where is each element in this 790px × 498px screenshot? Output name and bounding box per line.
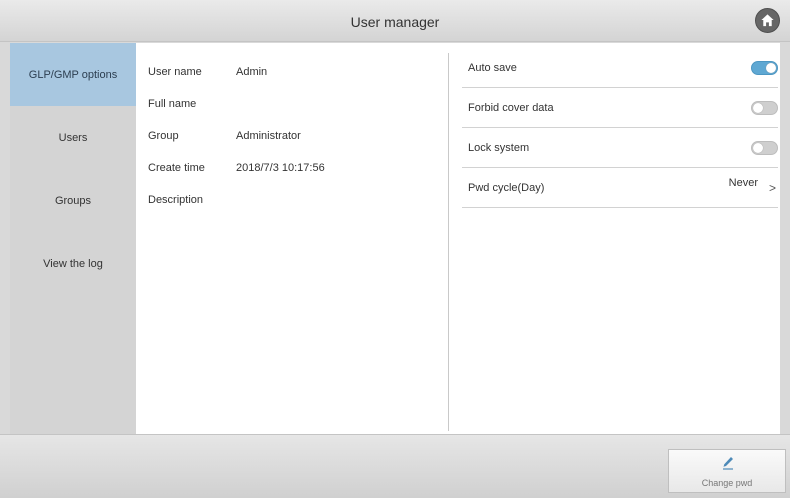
full-name-row: Full name <box>148 88 438 120</box>
toggle-knob <box>753 103 763 113</box>
sidebar-item-label: GLP/GMP options <box>28 68 118 81</box>
sidebar-item-view-the-log[interactable]: View the log <box>10 232 136 295</box>
group-row: Group Administrator <box>148 120 438 152</box>
toggle-knob <box>753 143 763 153</box>
user-name-label: User name <box>148 66 202 78</box>
pwd-cycle-row[interactable]: Pwd cycle(Day) Never > <box>462 168 778 208</box>
change-pwd-label: Change pwd <box>701 478 753 488</box>
forbid-cover-data-toggle[interactable] <box>751 101 778 115</box>
pen-icon <box>723 457 733 470</box>
sidebar-item-users[interactable]: Users <box>10 106 136 169</box>
create-time-value: 2018/7/3 10:17:56 <box>236 162 325 174</box>
title-bar: User manager <box>0 0 790 42</box>
pwd-cycle-label: Pwd cycle(Day) <box>468 182 545 194</box>
create-time-label: Create time <box>148 162 205 174</box>
page-title: User manager <box>350 14 440 30</box>
sidebar-item-label: Users <box>58 131 88 144</box>
sidebar: GLP/GMP options Users Groups View the lo… <box>10 43 136 434</box>
home-icon <box>761 14 774 27</box>
forbid-cover-data-row: Forbid cover data <box>462 88 778 128</box>
full-name-label: Full name <box>148 98 197 110</box>
user-name-value: Admin <box>236 66 268 78</box>
user-name-row: User name Admin <box>148 56 438 88</box>
description-label: Description <box>148 194 204 206</box>
auto-save-row: Auto save <box>462 48 778 88</box>
group-label: Group <box>148 130 179 142</box>
sidebar-item-label: View the log <box>43 257 103 270</box>
lock-system-row: Lock system <box>462 128 778 168</box>
sidebar-item-label: Groups <box>54 194 92 207</box>
lock-system-label: Lock system <box>468 142 530 154</box>
toggle-knob <box>766 63 776 73</box>
main-panel: GLP/GMP options Users Groups View the lo… <box>10 43 780 434</box>
create-time-row: Create time 2018/7/3 10:17:56 <box>148 152 438 184</box>
settings-panel: Auto save Forbid cover data Lock system … <box>462 48 778 208</box>
sidebar-item-glp-gmp-options[interactable]: GLP/GMP options <box>10 43 136 106</box>
description-row: Description <box>148 184 438 216</box>
user-info-panel: User name Admin Full name Group Administ… <box>136 43 446 434</box>
chevron-right-icon: > <box>768 181 776 195</box>
forbid-cover-data-label: Forbid cover data <box>468 102 554 114</box>
panel-divider <box>448 53 449 431</box>
sidebar-item-groups[interactable]: Groups <box>10 169 136 232</box>
home-button[interactable] <box>755 8 780 33</box>
change-pwd-button[interactable]: Change pwd <box>668 449 786 493</box>
group-value: Administrator <box>236 130 301 142</box>
auto-save-label: Auto save <box>468 62 517 74</box>
auto-save-toggle[interactable] <box>751 61 778 75</box>
bottom-bar: Change pwd <box>0 434 790 498</box>
lock-system-toggle[interactable] <box>751 141 778 155</box>
pwd-cycle-value: Never <box>728 177 758 189</box>
